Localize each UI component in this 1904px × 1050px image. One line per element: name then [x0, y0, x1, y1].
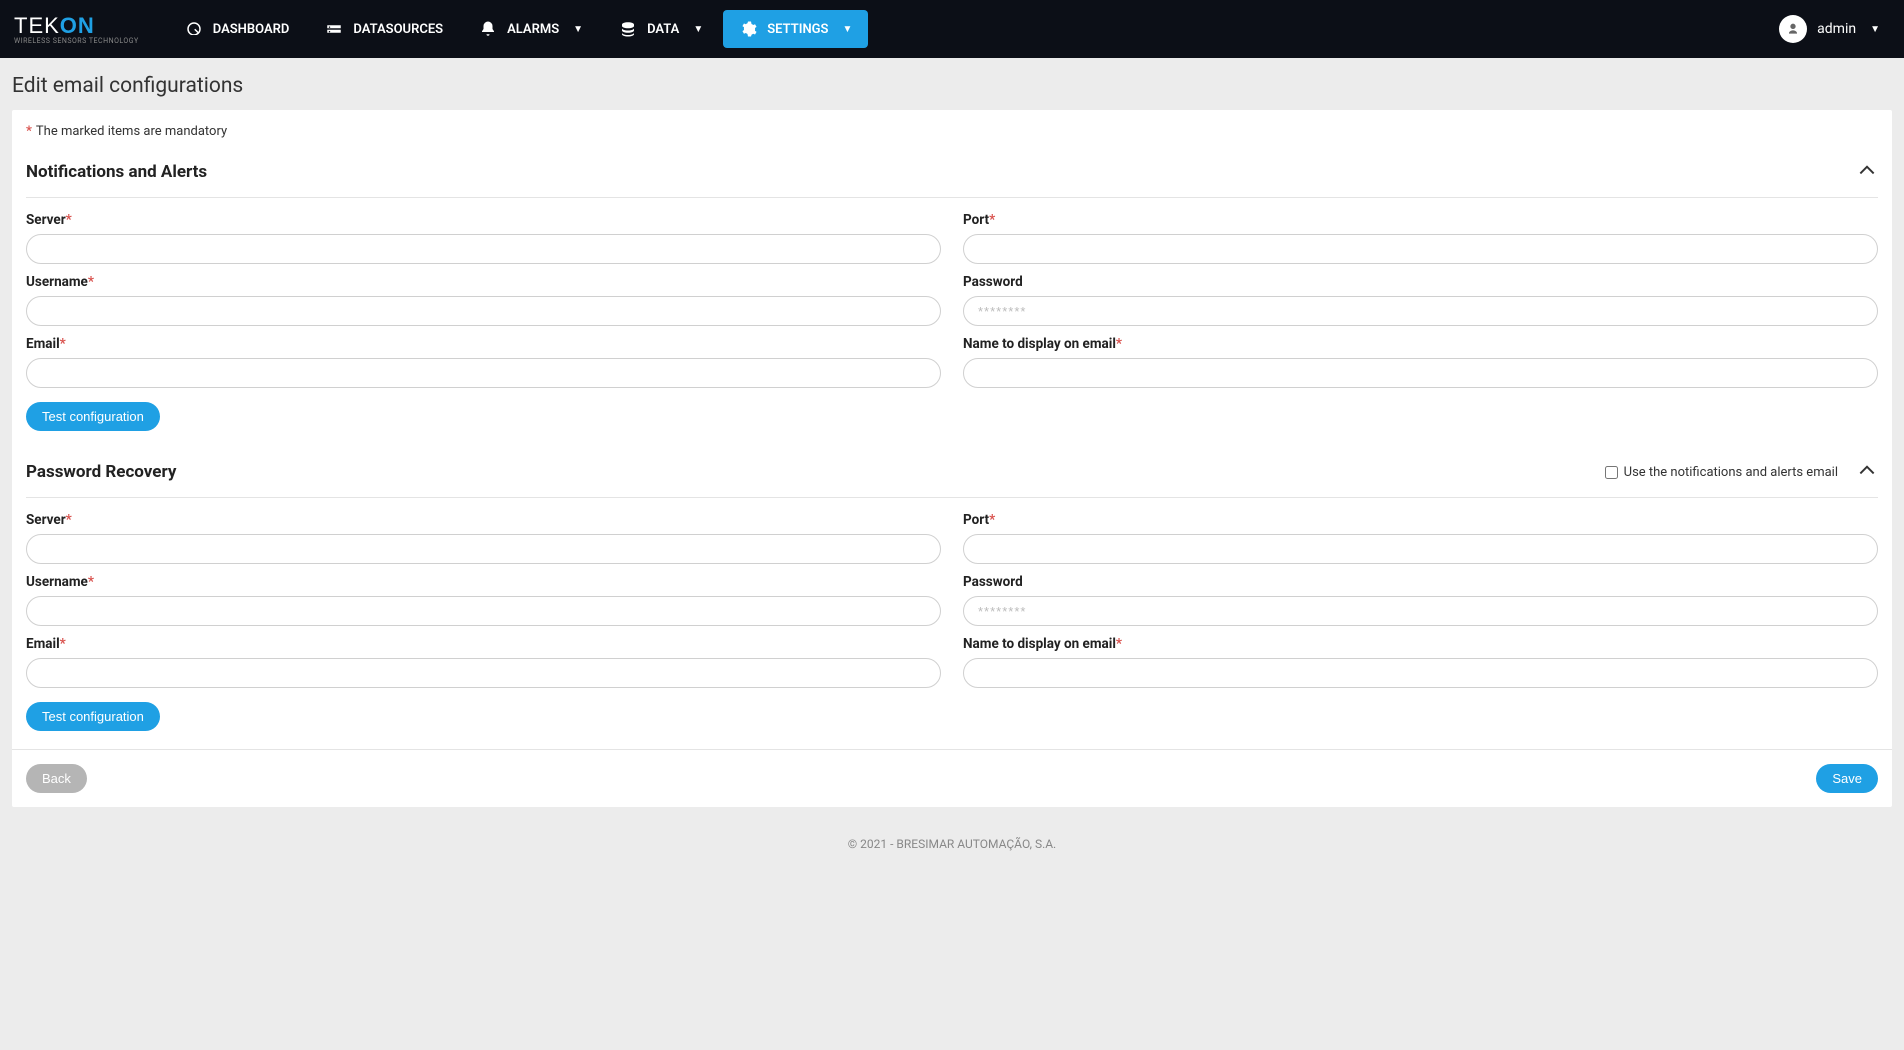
mandatory-note: * The marked items are mandatory — [12, 110, 1892, 149]
chevron-down-icon: ▼ — [1870, 24, 1880, 35]
email-label: Email* — [26, 336, 941, 352]
section-notifications: Notifications and Alerts Server* Port* U… — [12, 149, 1892, 449]
gear-icon — [739, 20, 757, 38]
collapse-icon[interactable] — [1856, 159, 1878, 185]
username-label: Username* — [26, 274, 941, 290]
logo-subtext: WIRELESS SENSORS TECHNOLOGY — [14, 37, 139, 45]
display-name-input[interactable] — [963, 358, 1878, 388]
use-same-email-label: Use the notifications and alerts email — [1624, 465, 1838, 480]
server-input[interactable] — [26, 234, 941, 264]
logo-text-b: ON — [60, 13, 95, 39]
back-button[interactable]: Back — [26, 764, 87, 793]
username-input[interactable] — [26, 296, 941, 326]
logo-text-a: TEK — [14, 13, 60, 39]
save-button[interactable]: Save — [1816, 764, 1878, 793]
form-card: * The marked items are mandatory Notifica… — [12, 110, 1892, 807]
password-input-recovery[interactable] — [963, 596, 1878, 626]
section-notifications-title: Notifications and Alerts — [26, 162, 207, 182]
avatar — [1779, 15, 1807, 43]
page-title: Edit email configurations — [0, 58, 1904, 110]
test-configuration-button[interactable]: Test configuration — [26, 402, 160, 431]
chevron-down-icon: ▼ — [573, 24, 583, 35]
port-input-recovery[interactable] — [963, 534, 1878, 564]
use-same-email-checkbox[interactable] — [1605, 466, 1618, 479]
nav-datasources[interactable]: DATASOURCES — [309, 10, 459, 48]
nav-settings[interactable]: SETTINGS ▼ — [723, 10, 868, 48]
chevron-down-icon: ▼ — [693, 24, 703, 35]
server-label: Server* — [26, 212, 941, 228]
mandatory-text: The marked items are mandatory — [36, 124, 227, 139]
nav-dashboard[interactable]: DASHBOARD — [169, 10, 306, 48]
display-name-label: Name to display on email* — [963, 636, 1878, 652]
bell-icon — [479, 20, 497, 38]
collapse-icon[interactable] — [1856, 459, 1878, 485]
port-label: Port* — [963, 212, 1878, 228]
display-name-input-recovery[interactable] — [963, 658, 1878, 688]
asterisk-icon: * — [26, 124, 32, 139]
email-label: Email* — [26, 636, 941, 652]
display-name-label: Name to display on email* — [963, 336, 1878, 352]
database-icon — [619, 20, 637, 38]
port-label: Port* — [963, 512, 1878, 528]
username-input-recovery[interactable] — [26, 596, 941, 626]
server-input-recovery[interactable] — [26, 534, 941, 564]
dashboard-icon — [185, 20, 203, 38]
section-password-recovery-title: Password Recovery — [26, 462, 176, 482]
password-label: Password — [963, 274, 1878, 290]
logo[interactable]: TEKON WIRELESS SENSORS TECHNOLOGY — [14, 13, 139, 45]
user-name: admin — [1817, 21, 1856, 37]
nav-datasources-label: DATASOURCES — [353, 22, 443, 37]
navbar: TEKON WIRELESS SENSORS TECHNOLOGY DASHBO… — [0, 0, 1904, 58]
nav-dashboard-label: DASHBOARD — [213, 22, 290, 37]
use-same-email-checkbox-wrap[interactable]: Use the notifications and alerts email — [1605, 465, 1838, 480]
port-input[interactable] — [963, 234, 1878, 264]
password-label: Password — [963, 574, 1878, 590]
nav-data[interactable]: DATA ▼ — [603, 10, 719, 48]
section-password-recovery: Password Recovery Use the notifications … — [12, 449, 1892, 749]
page-actions: Back Save — [12, 749, 1892, 807]
nav-alarms-label: ALARMS — [507, 22, 559, 37]
test-configuration-button-recovery[interactable]: Test configuration — [26, 702, 160, 731]
username-label: Username* — [26, 574, 941, 590]
password-input[interactable] — [963, 296, 1878, 326]
email-input[interactable] — [26, 358, 941, 388]
server-label: Server* — [26, 512, 941, 528]
nav-items: DASHBOARD DATASOURCES ALARMS ▼ DATA ▼ — [169, 10, 869, 48]
datasources-icon — [325, 20, 343, 38]
nav-data-label: DATA — [647, 22, 679, 37]
chevron-down-icon: ▼ — [842, 24, 852, 35]
user-menu[interactable]: admin ▼ — [1769, 9, 1890, 49]
nav-settings-label: SETTINGS — [767, 22, 828, 37]
footer-text: © 2021 - BRESIMAR AUTOMAÇÃO, S.A. — [0, 823, 1904, 869]
email-input-recovery[interactable] — [26, 658, 941, 688]
nav-alarms[interactable]: ALARMS ▼ — [463, 10, 599, 48]
